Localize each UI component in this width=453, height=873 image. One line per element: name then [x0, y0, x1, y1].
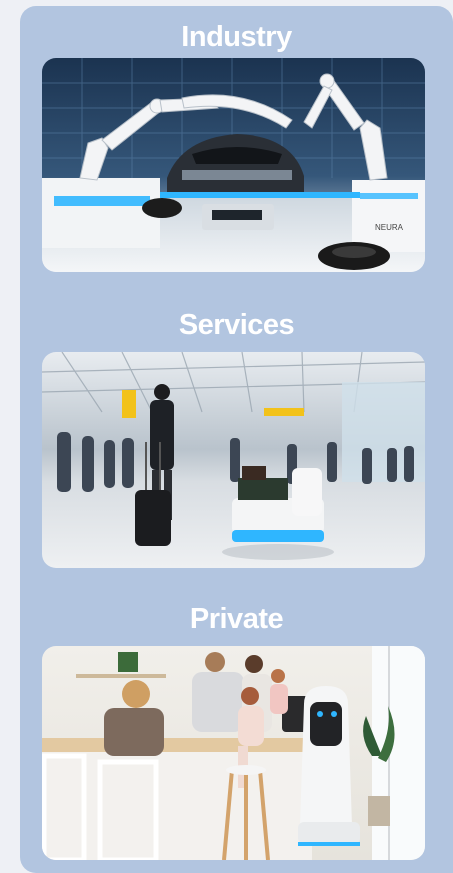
section-title-services: Services: [178, 309, 295, 341]
use-cases-panel: Industry NEURA Services Private: [20, 6, 453, 873]
section-title-industry: Industry: [181, 21, 292, 53]
brand-text: NEURA: [375, 223, 404, 232]
section-title-private: Private: [189, 603, 284, 635]
services-image: [42, 352, 425, 568]
industry-image: NEURA: [42, 58, 425, 272]
private-image: [42, 646, 425, 860]
